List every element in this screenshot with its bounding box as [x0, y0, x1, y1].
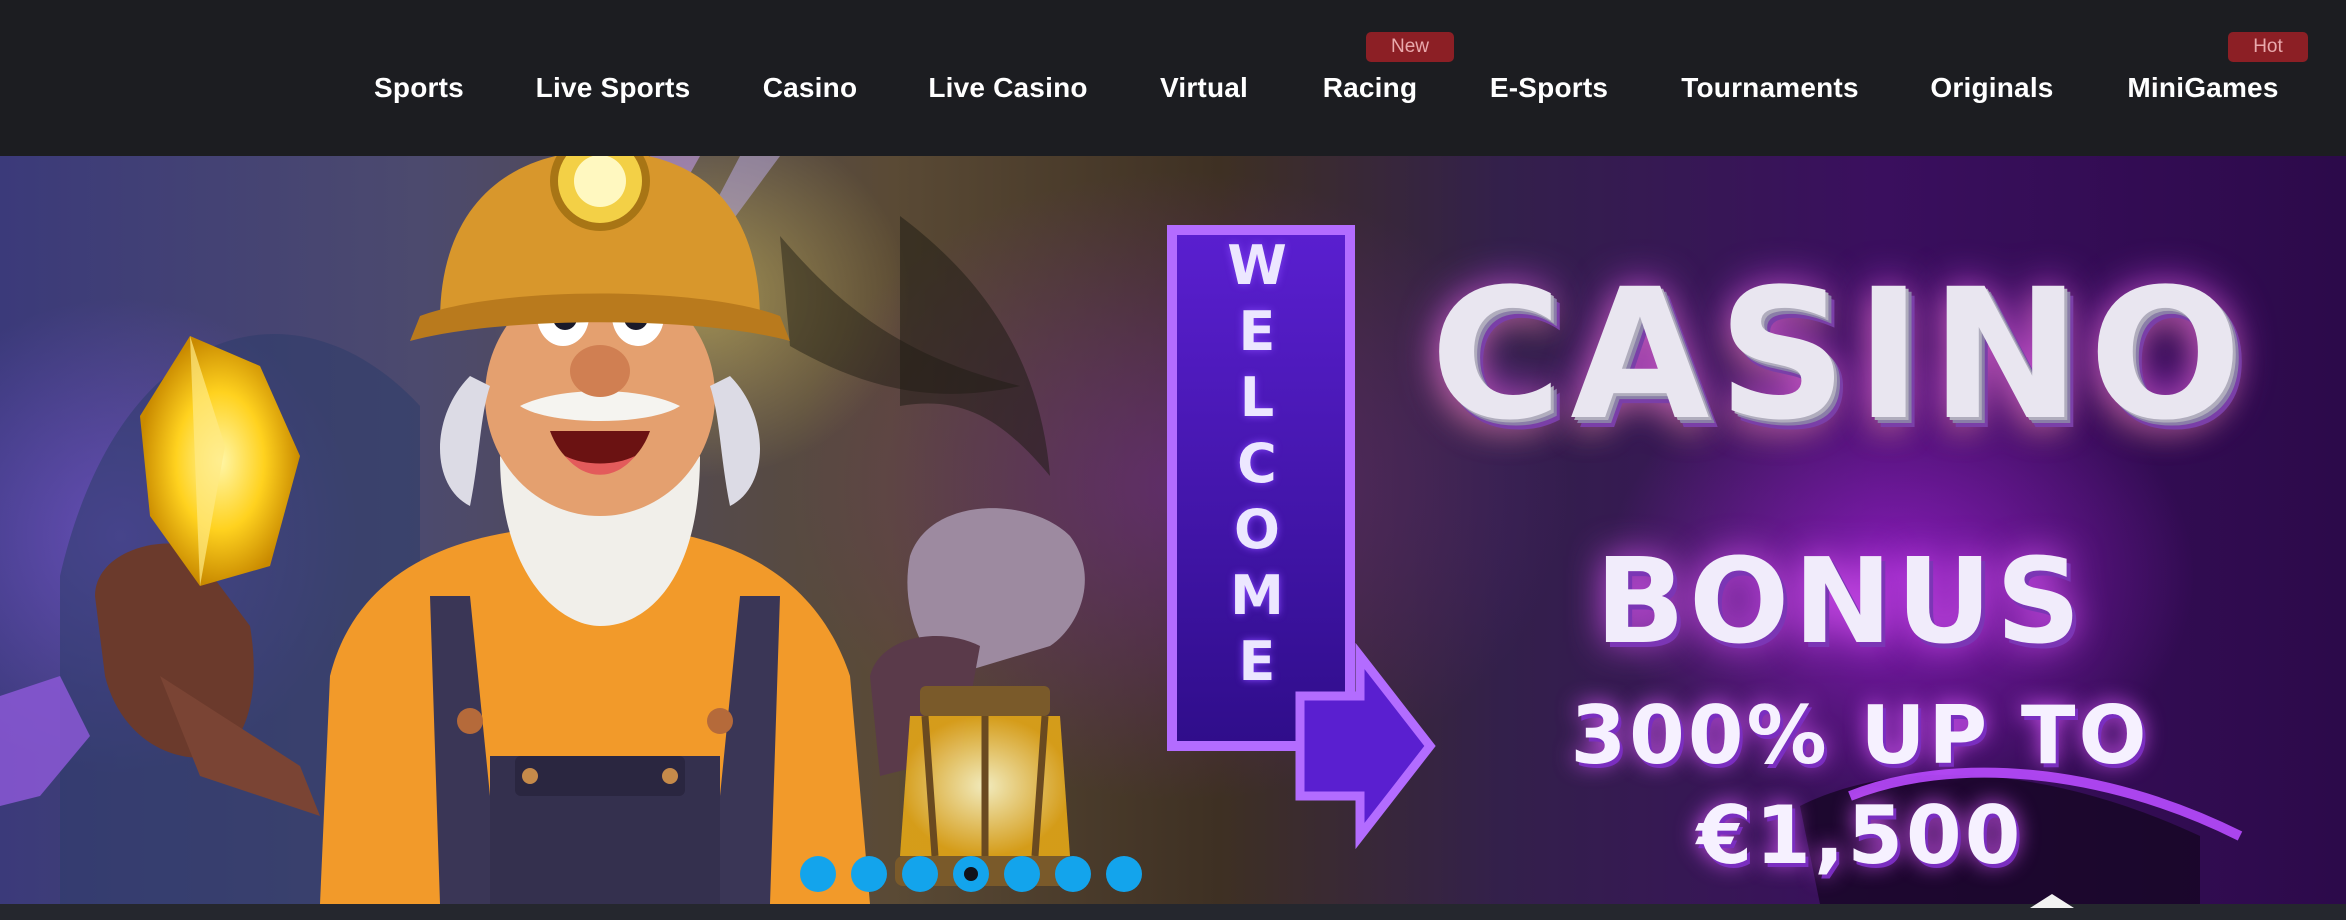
hot-badge: Hot: [2228, 32, 2308, 62]
banner-offer-text: 300% UP TO €1,500: [1570, 689, 2150, 882]
promo-banner[interactable]: W E L C O M E CASINO BONUS 300% UP TO €1…: [0, 156, 2346, 904]
nav-item-minigames[interactable]: MiniGames: [2110, 64, 2296, 112]
nav-item-tournaments[interactable]: Tournaments: [1664, 64, 1876, 112]
top-navigation: Sports Live Sports Casino Live Casino Vi…: [0, 0, 2346, 156]
welcome-letter: O: [1234, 498, 1280, 561]
carousel-dot-6[interactable]: [1055, 856, 1091, 892]
carousel-dot-1[interactable]: [800, 856, 836, 892]
welcome-letter: L: [1239, 366, 1275, 429]
nav-item-racing[interactable]: Racing: [1306, 64, 1434, 112]
carousel-dot-7[interactable]: [1106, 856, 1142, 892]
welcome-letter: C: [1237, 432, 1277, 495]
new-badge: New: [1366, 32, 1454, 62]
welcome-sign: W E L C O M E: [1182, 234, 1332, 764]
welcome-letter: E: [1238, 630, 1276, 693]
welcome-letter: E: [1238, 300, 1276, 363]
carousel-dot-2[interactable]: [851, 856, 887, 892]
carousel-dot-4-active[interactable]: [953, 856, 989, 892]
nav-item-sports[interactable]: Sports: [350, 64, 488, 112]
welcome-letter: M: [1230, 564, 1284, 627]
carousel-dot-5[interactable]: [1004, 856, 1040, 892]
caret-up-icon: [2030, 894, 2074, 908]
nav-item-live-casino[interactable]: Live Casino: [916, 64, 1100, 112]
banner-subheadline: BONUS: [1595, 532, 2085, 670]
palm-leaf-shape: [900, 216, 1050, 476]
nav-item-casino[interactable]: Casino: [740, 64, 880, 112]
bottom-bar: [0, 904, 2346, 920]
nav-item-originals[interactable]: Originals: [1916, 64, 2068, 112]
carousel-pagination: [800, 856, 1142, 892]
nav-item-virtual[interactable]: Virtual: [1136, 64, 1272, 112]
banner-headline: CASINO: [1430, 251, 2250, 460]
welcome-letter: W: [1227, 234, 1287, 297]
nav-item-e-sports[interactable]: E-Sports: [1474, 64, 1624, 112]
nav-item-live-sports[interactable]: Live Sports: [524, 64, 702, 112]
carousel-dot-3[interactable]: [902, 856, 938, 892]
